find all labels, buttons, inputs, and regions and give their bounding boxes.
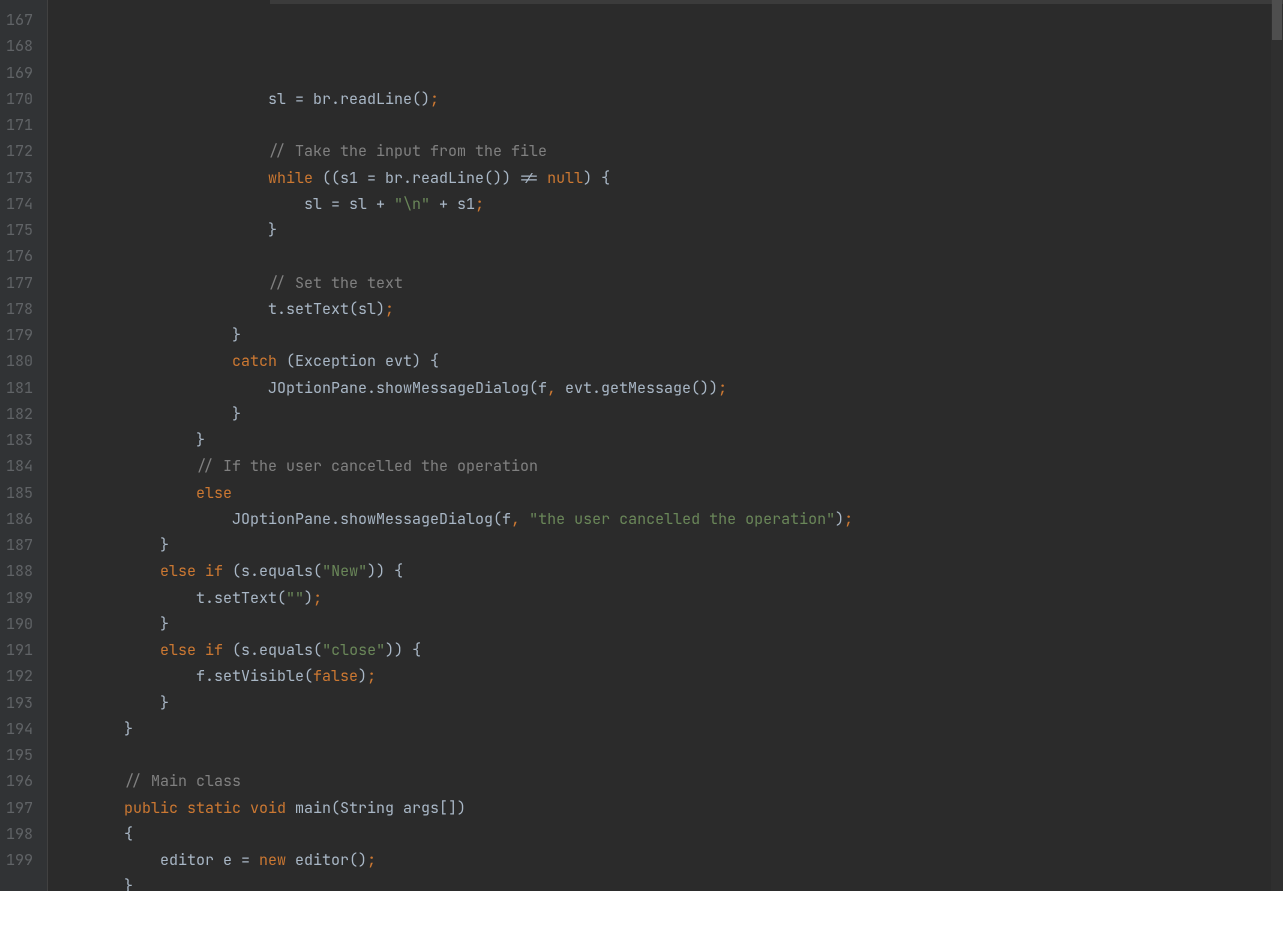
code-line[interactable]: } [88, 532, 1283, 558]
code-line[interactable]: // Main class [88, 768, 1283, 794]
line-number: 167 [6, 7, 33, 33]
line-number: 192 [6, 663, 33, 689]
line-number: 191 [6, 637, 33, 663]
code-line[interactable]: else [88, 480, 1283, 506]
code-line[interactable]: // Take the input from the file [88, 138, 1283, 164]
code-line[interactable]: // If the user cancelled the operation [88, 453, 1283, 479]
code-area[interactable]: sl = br.readLine(); // Take the input fr… [79, 0, 1283, 891]
line-number: 186 [6, 506, 33, 532]
code-line[interactable] [88, 112, 1283, 138]
code-line[interactable]: t.setText(""); [88, 585, 1283, 611]
line-number: 198 [6, 821, 33, 847]
vertical-scrollbar-track[interactable] [1271, 0, 1283, 891]
line-number: 197 [6, 795, 33, 821]
code-line[interactable]: JOptionPane.showMessageDialog(f, evt.get… [88, 375, 1283, 401]
code-editor[interactable]: 1671681691701711721731741751761771781791… [0, 0, 1283, 891]
code-line[interactable]: } [88, 611, 1283, 637]
line-number: 180 [6, 348, 33, 374]
line-number: 173 [6, 165, 33, 191]
gutter-edge [47, 0, 79, 891]
code-line[interactable]: } [88, 401, 1283, 427]
line-number: 172 [6, 138, 33, 164]
code-line[interactable]: JOptionPane.showMessageDialog(f, "the us… [88, 506, 1283, 532]
line-number: 179 [6, 322, 33, 348]
code-line[interactable]: } [88, 690, 1283, 716]
vertical-scrollbar-thumb[interactable] [1272, 0, 1282, 40]
line-number: 184 [6, 453, 33, 479]
line-number: 169 [6, 60, 33, 86]
line-number: 195 [6, 742, 33, 768]
line-number-gutter: 1671681691701711721731741751761771781791… [0, 0, 47, 891]
line-number: 185 [6, 480, 33, 506]
code-line[interactable]: sl = br.readLine(); [88, 86, 1283, 112]
code-line[interactable]: } [88, 427, 1283, 453]
line-number: 182 [6, 401, 33, 427]
editor-top-edge [270, 0, 1283, 4]
code-line[interactable] [88, 742, 1283, 768]
line-number: 170 [6, 86, 33, 112]
code-line[interactable]: else if (s.equals("close")) { [88, 637, 1283, 663]
code-line[interactable]: } [88, 716, 1283, 742]
line-number: 181 [6, 375, 33, 401]
line-number: 188 [6, 558, 33, 584]
line-number: 199 [6, 847, 33, 873]
code-line[interactable]: else if (s.equals("New")) { [88, 558, 1283, 584]
line-number: 190 [6, 611, 33, 637]
code-line[interactable]: { [88, 821, 1283, 847]
code-line[interactable]: } [88, 873, 1283, 891]
code-line[interactable]: } [88, 322, 1283, 348]
line-number: 177 [6, 270, 33, 296]
line-number: 183 [6, 427, 33, 453]
line-number: 194 [6, 716, 33, 742]
code-line[interactable]: public static void main(String args[]) [88, 795, 1283, 821]
line-number: 168 [6, 33, 33, 59]
line-number: 189 [6, 585, 33, 611]
line-number: 176 [6, 243, 33, 269]
code-line[interactable]: // Set the text [88, 270, 1283, 296]
line-number: 193 [6, 690, 33, 716]
code-line[interactable]: } [88, 217, 1283, 243]
line-number: 175 [6, 217, 33, 243]
code-line[interactable]: catch (Exception evt) { [88, 348, 1283, 374]
line-number: 196 [6, 768, 33, 794]
line-number: 178 [6, 296, 33, 322]
code-line[interactable]: t.setText(sl); [88, 296, 1283, 322]
code-line[interactable]: f.setVisible(false); [88, 663, 1283, 689]
code-line[interactable]: editor e = new editor(); [88, 847, 1283, 873]
code-line[interactable]: sl = sl + "\n" + s1; [88, 191, 1283, 217]
code-line[interactable] [88, 243, 1283, 269]
line-number: 187 [6, 532, 33, 558]
line-number: 174 [6, 191, 33, 217]
code-line[interactable]: while ((s1 = br.readLine()) != null) { [88, 165, 1283, 191]
line-number: 171 [6, 112, 33, 138]
